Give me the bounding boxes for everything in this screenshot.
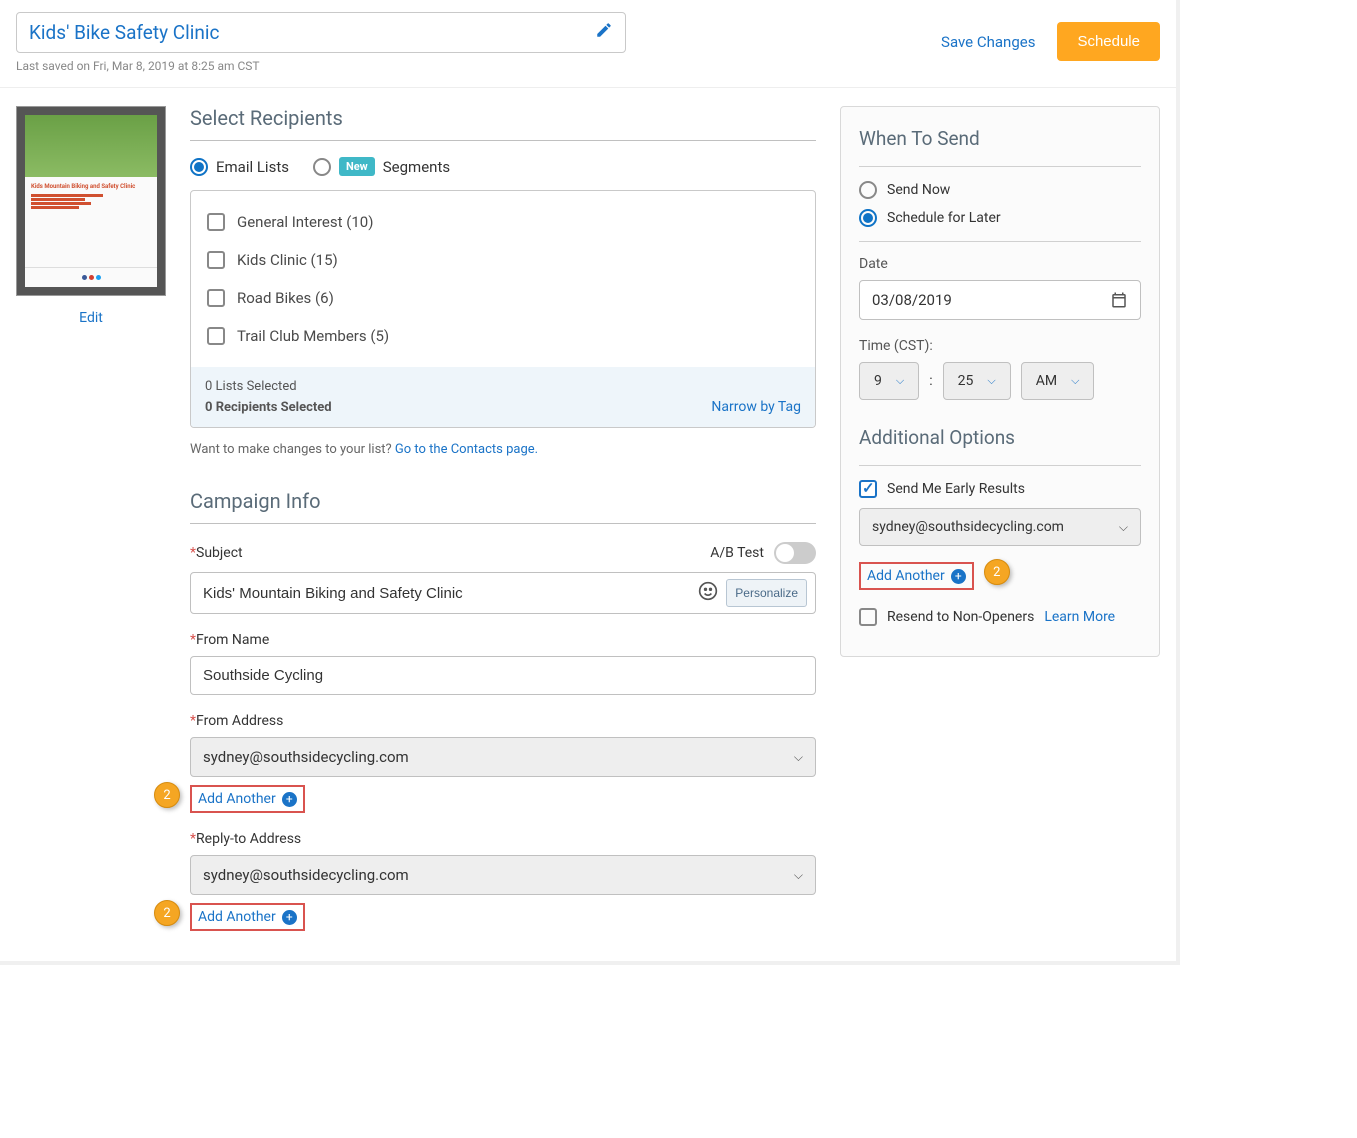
from-name-input[interactable]	[190, 656, 816, 695]
abtest-toggle[interactable]	[774, 542, 816, 564]
schedule-later-label: Schedule for Later	[887, 210, 1001, 226]
header-divider	[0, 87, 1176, 88]
early-results-label: Send Me Early Results	[887, 481, 1025, 497]
contacts-page-link[interactable]: Go to the Contacts page.	[395, 442, 538, 457]
callout-badge: 2	[984, 559, 1010, 585]
from-name-label: From Name	[196, 632, 269, 648]
header: Kids' Bike Safety Clinic Last saved on F…	[16, 12, 1160, 73]
list-item[interactable]: Road Bikes (6)	[201, 279, 805, 317]
callout-badge: 2	[154, 900, 180, 926]
segments-radio[interactable]: New Segments	[313, 157, 450, 176]
list-item-label: Kids Clinic (15)	[237, 251, 338, 269]
subject-label: Subject	[196, 545, 243, 561]
date-label: Date	[859, 256, 1141, 272]
email-lists-box: General Interest (10) Kids Clinic (15) R…	[190, 190, 816, 428]
campaign-title-text: Kids' Bike Safety Clinic	[29, 21, 219, 44]
add-another-reply-to[interactable]: Add Another +	[190, 903, 305, 931]
plus-circle-icon: +	[282, 792, 297, 807]
from-address-select[interactable]: sydney@southsidecycling.com ⌵	[190, 737, 816, 777]
add-another-early-email[interactable]: Add Another +	[859, 562, 974, 590]
date-value: 03/08/2019	[872, 291, 952, 309]
checkbox-icon[interactable]	[207, 213, 225, 231]
chevron-down-icon: ⌵	[987, 374, 995, 388]
lists-selected-count: 0 Lists Selected	[205, 379, 332, 394]
learn-more-link[interactable]: Learn More	[1044, 609, 1115, 625]
subject-input[interactable]	[203, 581, 690, 606]
send-now-label: Send Now	[887, 182, 950, 198]
subject-input-row: Personalize	[190, 572, 816, 614]
email-lists-label: Email Lists	[216, 158, 289, 176]
list-item[interactable]: Trail Club Members (5)	[201, 317, 805, 355]
ampm-select[interactable]: AM ⌵	[1021, 362, 1095, 400]
early-results-email-select[interactable]: sydney@southsidecycling.com ⌵	[859, 508, 1141, 546]
chevron-down-icon: ⌵	[1071, 374, 1079, 388]
email-thumbnail[interactable]: Kids Mountain Biking and Safety Clinic	[16, 106, 166, 296]
chevron-down-icon: ⌵	[794, 868, 803, 883]
chevron-down-icon: ⌵	[1119, 520, 1128, 535]
reply-to-select[interactable]: sydney@southsidecycling.com ⌵	[190, 855, 816, 895]
reply-to-label: Reply-to Address	[196, 831, 301, 847]
resend-checkbox[interactable]	[859, 608, 877, 626]
email-lists-radio[interactable]: Email Lists	[190, 158, 289, 176]
new-badge: New	[339, 157, 375, 176]
plus-circle-icon: +	[282, 910, 297, 925]
list-item-label: Trail Club Members (5)	[237, 327, 389, 345]
from-address-value: sydney@southsidecycling.com	[203, 748, 409, 766]
chevron-down-icon: ⌵	[794, 750, 803, 765]
narrow-by-tag-link[interactable]: Narrow by Tag	[711, 399, 801, 415]
checkbox-icon[interactable]	[859, 480, 877, 498]
segments-label: Segments	[383, 158, 450, 176]
checkbox-icon[interactable]	[207, 327, 225, 345]
add-another-from-address[interactable]: Add Another +	[190, 785, 305, 813]
select-recipients-heading: Select Recipients	[190, 106, 816, 130]
save-changes-link[interactable]: Save Changes	[941, 33, 1035, 51]
reply-to-value: sydney@southsidecycling.com	[203, 866, 409, 884]
hour-select[interactable]: 9 ⌵	[859, 362, 919, 400]
list-item[interactable]: Kids Clinic (15)	[201, 241, 805, 279]
checkbox-icon[interactable]	[207, 289, 225, 307]
edit-title-icon[interactable]	[595, 21, 613, 44]
resend-checkbox-row: Resend to Non-Openers Learn More	[859, 608, 1141, 626]
schedule-later-radio[interactable]: Schedule for Later	[859, 209, 1141, 227]
checkbox-icon[interactable]	[207, 251, 225, 269]
callout-badge: 2	[154, 782, 180, 808]
date-input[interactable]: 03/08/2019	[859, 280, 1141, 320]
personalize-button[interactable]: Personalize	[726, 579, 807, 607]
edit-thumbnail-link[interactable]: Edit	[16, 310, 166, 326]
campaign-title-input[interactable]: Kids' Bike Safety Clinic	[16, 12, 626, 53]
campaign-info-heading: Campaign Info	[190, 489, 816, 513]
early-results-email: sydney@southsidecycling.com	[872, 519, 1064, 535]
list-item-label: General Interest (10)	[237, 213, 373, 231]
early-results-checkbox[interactable]: Send Me Early Results	[859, 480, 1141, 498]
chevron-down-icon: ⌵	[896, 374, 904, 388]
emoji-icon[interactable]	[698, 581, 718, 606]
list-item[interactable]: General Interest (10)	[201, 203, 805, 241]
when-to-send-panel: When To Send Send Now Schedule for Later…	[840, 106, 1160, 657]
abtest-label: A/B Test	[710, 545, 764, 561]
send-now-radio[interactable]: Send Now	[859, 181, 1141, 199]
schedule-button[interactable]: Schedule	[1057, 22, 1160, 61]
calendar-icon	[1110, 291, 1128, 309]
minute-select[interactable]: 25 ⌵	[943, 362, 1011, 400]
recipients-selected-count: 0 Recipients Selected	[205, 400, 332, 415]
additional-options-heading: Additional Options	[859, 426, 1141, 449]
section-divider	[190, 523, 816, 524]
section-divider	[190, 140, 816, 141]
contacts-hint: Want to make changes to your list? Go to…	[190, 442, 816, 457]
resend-label: Resend to Non-Openers	[887, 609, 1034, 625]
from-address-label: From Address	[196, 713, 283, 729]
time-label: Time (CST):	[859, 338, 1141, 354]
plus-circle-icon: +	[951, 569, 966, 584]
last-saved-text: Last saved on Fri, Mar 8, 2019 at 8:25 a…	[16, 59, 626, 73]
list-item-label: Road Bikes (6)	[237, 289, 334, 307]
when-to-send-heading: When To Send	[859, 127, 1141, 150]
